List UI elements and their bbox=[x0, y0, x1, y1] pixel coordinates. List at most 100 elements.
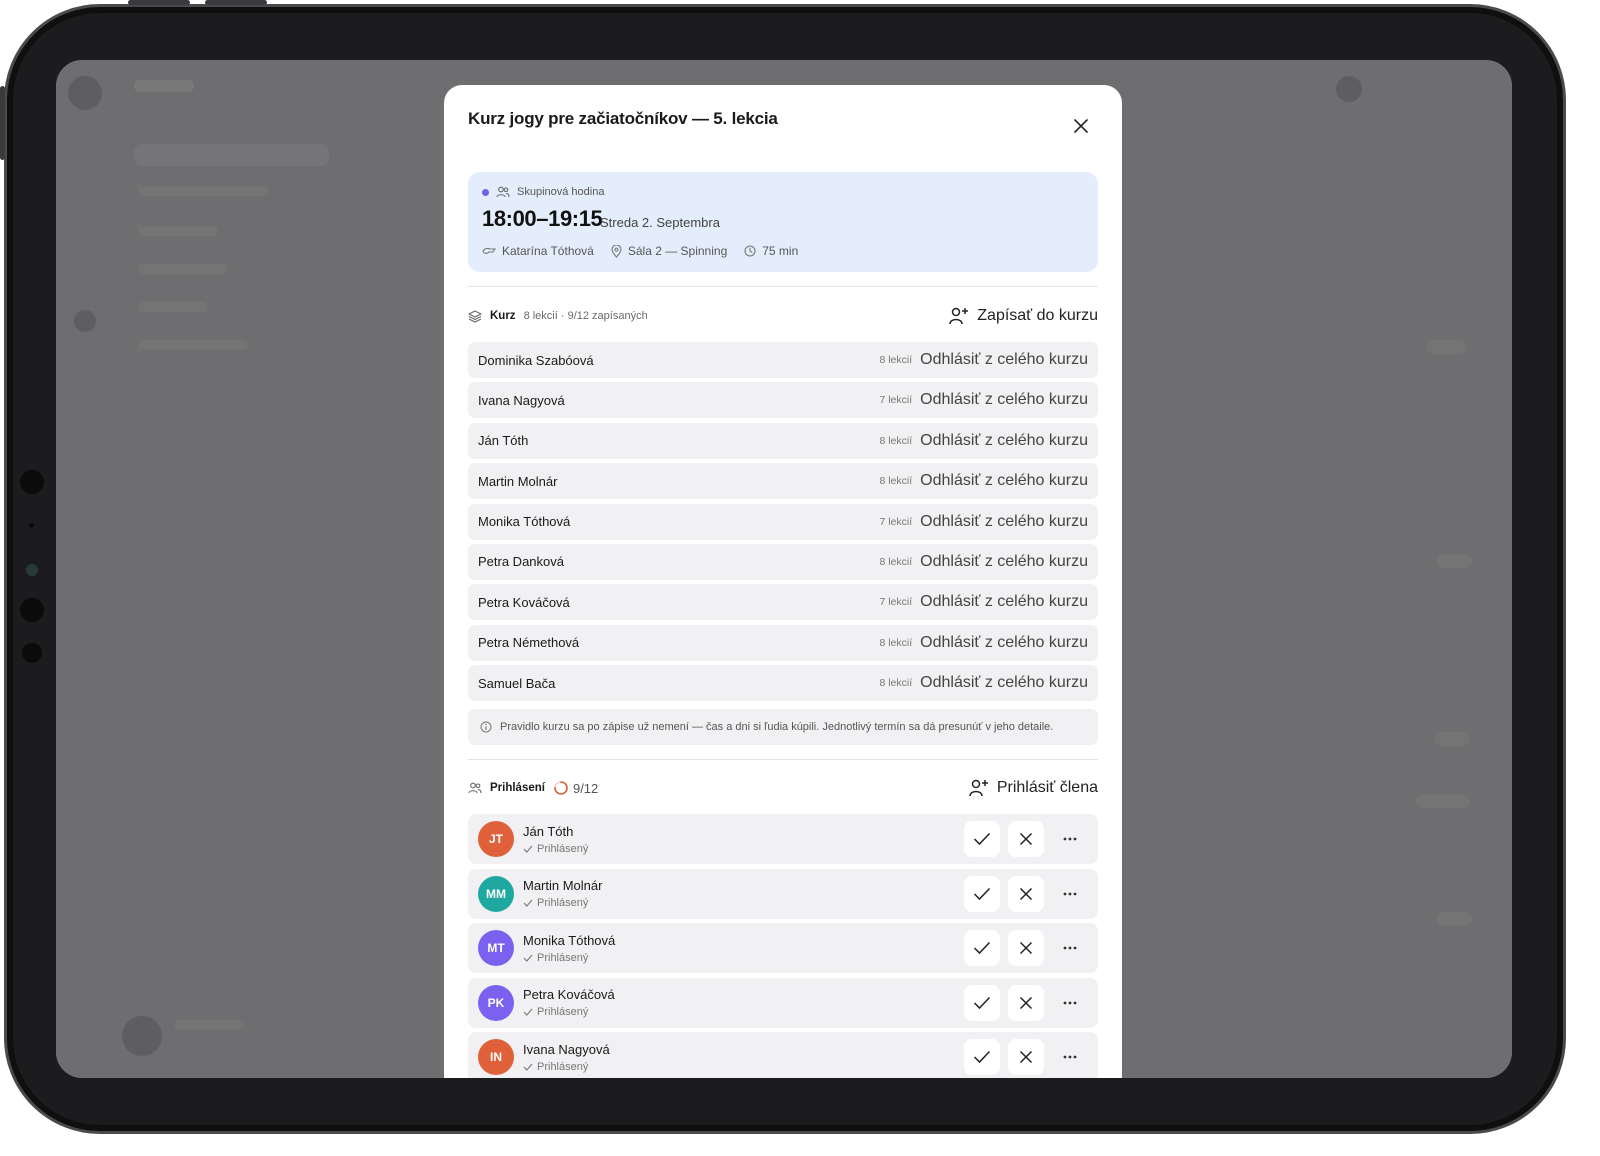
signups-label: Prihlásení bbox=[490, 782, 545, 794]
layers-icon bbox=[468, 309, 482, 323]
close-button[interactable] bbox=[1068, 113, 1094, 139]
divider bbox=[468, 759, 1098, 760]
participant-name: Petra Kováčová bbox=[478, 594, 570, 610]
volume-button bbox=[128, 0, 190, 5]
participant-name: Dominika Szabóová bbox=[478, 352, 594, 368]
volume-button bbox=[205, 0, 267, 5]
info-icon bbox=[480, 721, 492, 733]
check-icon bbox=[973, 996, 991, 1009]
enroll-course-button[interactable]: Zapísať do kurzu bbox=[949, 307, 1098, 325]
member-row: MT Monika Tóthová Prihlásený bbox=[468, 923, 1098, 974]
bezel-sensor bbox=[22, 643, 42, 663]
course-participant-row: Petra Kováčová 7 lekcií Odhlásiť z celéh… bbox=[468, 584, 1098, 621]
unenroll-course-button[interactable]: Odhlásiť z celého kurzu bbox=[920, 472, 1088, 490]
mark-absent-button[interactable] bbox=[1008, 821, 1044, 857]
participant-lessons: 7 lekcií bbox=[879, 515, 913, 528]
instructor-icon bbox=[482, 247, 496, 254]
divider bbox=[468, 286, 1098, 287]
member-status: Prihlásený bbox=[537, 1060, 589, 1073]
participant-lessons: 8 lekcií bbox=[879, 677, 913, 690]
participant-lessons: 8 lekcií bbox=[879, 636, 913, 649]
close-icon bbox=[1074, 119, 1088, 133]
event-room: Sála 2 — Spinning bbox=[627, 244, 728, 258]
signups-section-header: Prihlásení 9/12 Prihlásiť člena bbox=[468, 775, 1098, 801]
participant-name: Petra Némethová bbox=[478, 635, 580, 651]
power-button bbox=[0, 86, 5, 160]
event-type-dot bbox=[482, 188, 489, 196]
check-icon bbox=[523, 1063, 533, 1071]
bezel-sensor bbox=[29, 523, 34, 528]
check-icon bbox=[523, 899, 533, 907]
member-row: IN Ivana Nagyová Prihlásený bbox=[468, 1032, 1098, 1078]
course-participant-row: Martin Molnár 8 lekcií Odhlásiť z celého… bbox=[468, 463, 1098, 500]
mark-absent-button[interactable] bbox=[1008, 930, 1044, 967]
unenroll-course-button[interactable]: Odhlásiť z celého kurzu bbox=[920, 351, 1088, 369]
participant-name: Martin Molnár bbox=[478, 473, 558, 489]
course-section-header: Kurz 8 lekcií · 9/12 zapísaných Zapísať … bbox=[468, 303, 1098, 329]
more-options-button[interactable] bbox=[1052, 930, 1088, 966]
more-options-button[interactable] bbox=[1052, 985, 1088, 1021]
mark-absent-button[interactable] bbox=[1008, 984, 1044, 1021]
close-icon bbox=[1019, 1051, 1033, 1064]
more-options-button[interactable] bbox=[1052, 1039, 1088, 1075]
add-member-label: Prihlásiť člena bbox=[996, 779, 1098, 796]
check-icon bbox=[973, 942, 991, 955]
more-options-button[interactable] bbox=[1052, 821, 1088, 857]
mark-present-button[interactable] bbox=[964, 821, 1000, 857]
screen: Kurz jogy pre začiatočníkov — 5. lekcia … bbox=[56, 60, 1512, 1078]
participant-lessons: 8 lekcií bbox=[879, 434, 913, 447]
course-participant-row: Petra Danková 8 lekcií Odhlásiť z celého… bbox=[468, 543, 1098, 580]
enroll-course-label: Zapísať do kurzu bbox=[977, 307, 1098, 324]
close-icon bbox=[1019, 832, 1033, 846]
member-name: Petra Kováčová bbox=[523, 987, 615, 1003]
member-row: JT Ján Tóth Prihlásený bbox=[468, 814, 1098, 864]
group-icon bbox=[496, 186, 510, 198]
signed-up-members-list: JT Ján Tóth Prihlásený MM Martin Molnár … bbox=[468, 814, 1098, 1078]
participant-lessons: 7 lekcií bbox=[879, 596, 913, 609]
add-member-button[interactable]: Prihlásiť člena bbox=[969, 779, 1098, 797]
mark-present-button[interactable] bbox=[964, 1039, 1000, 1076]
avatar: MM bbox=[478, 875, 514, 912]
mark-present-button[interactable] bbox=[964, 984, 1000, 1021]
course-participant-row: Ján Tóth 8 lekcií Odhlásiť z celého kurz… bbox=[468, 422, 1098, 459]
course-participant-row: Samuel Bača 8 lekcií Odhlásiť z celého k… bbox=[468, 665, 1098, 702]
unenroll-course-button[interactable]: Odhlásiť z celého kurzu bbox=[920, 432, 1088, 450]
event-instructor: Katarína Tóthová bbox=[502, 244, 594, 258]
unenroll-course-button[interactable]: Odhlásiť z celého kurzu bbox=[920, 513, 1088, 531]
unenroll-course-button[interactable]: Odhlásiť z celého kurzu bbox=[920, 634, 1088, 652]
location-pin-icon bbox=[611, 244, 622, 258]
more-icon bbox=[1063, 1001, 1077, 1005]
member-status: Prihlásený bbox=[537, 951, 589, 964]
member-name: Monika Tóthová bbox=[523, 932, 616, 948]
course-participant-row: Dominika Szabóová 8 lekcií Odhlásiť z ce… bbox=[468, 342, 1098, 378]
avatar: PK bbox=[478, 984, 514, 1021]
participant-lessons: 8 lekcií bbox=[879, 555, 913, 568]
course-rule-text: Pravidlo kurzu sa po zápise už nemení — … bbox=[500, 721, 1054, 733]
mark-absent-button[interactable] bbox=[1008, 1039, 1044, 1076]
check-icon bbox=[523, 845, 533, 853]
signups-count: 9/12 bbox=[572, 780, 599, 796]
clock-icon bbox=[744, 245, 756, 257]
participant-name: Monika Tóthová bbox=[478, 514, 571, 530]
course-meta: 8 lekcií · 9/12 zapísaných bbox=[523, 310, 648, 322]
event-duration: 75 min bbox=[762, 244, 799, 258]
unenroll-course-button[interactable]: Odhlásiť z celého kurzu bbox=[920, 553, 1088, 571]
unenroll-course-button[interactable]: Odhlásiť z celého kurzu bbox=[920, 674, 1088, 692]
event-date: Streda 2. Septembra bbox=[600, 215, 720, 230]
member-name: Ján Tóth bbox=[523, 823, 574, 839]
member-row: MM Martin Molnár Prihlásený bbox=[468, 868, 1098, 919]
check-icon bbox=[973, 1051, 991, 1064]
participant-name: Samuel Bača bbox=[478, 675, 556, 691]
mark-present-button[interactable] bbox=[964, 930, 1000, 967]
close-icon bbox=[1019, 942, 1033, 955]
check-icon bbox=[973, 832, 991, 846]
more-icon bbox=[1063, 946, 1077, 950]
mark-present-button[interactable] bbox=[964, 875, 1000, 912]
course-label: Kurz bbox=[490, 310, 516, 322]
more-options-button[interactable] bbox=[1052, 876, 1088, 912]
group-icon bbox=[468, 782, 482, 794]
mark-absent-button[interactable] bbox=[1008, 875, 1044, 912]
unenroll-course-button[interactable]: Odhlásiť z celého kurzu bbox=[920, 593, 1088, 611]
unenroll-course-button[interactable]: Odhlásiť z celého kurzu bbox=[920, 391, 1088, 409]
more-icon bbox=[1063, 892, 1077, 895]
